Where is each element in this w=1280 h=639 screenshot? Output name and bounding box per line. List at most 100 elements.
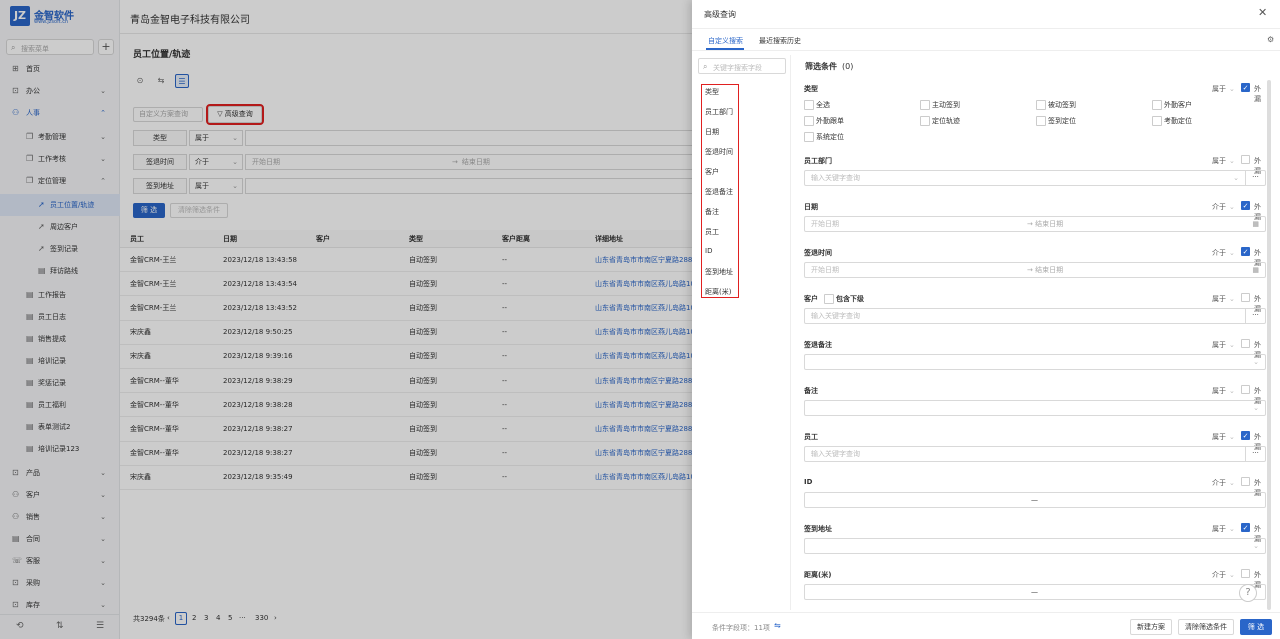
conditions-title: 筛选条件 [805, 62, 837, 71]
exclude-checkbox[interactable]: ✓ [1241, 201, 1250, 210]
exclude-checkbox[interactable]: ✓ [1241, 431, 1250, 440]
condition-name: 签到地址 [804, 525, 832, 533]
type-option-checkbox[interactable]: 外勤客户 [1152, 100, 1192, 110]
field-list-item[interactable]: 签到地址 [705, 267, 733, 277]
condition-input[interactable]: 开始日期 → 结束日期 ▦ [804, 216, 1266, 232]
condition-name: 员工部门 [804, 157, 832, 165]
field-list-item[interactable]: 类型 [705, 87, 719, 97]
scrollbar[interactable] [1267, 80, 1271, 610]
field-settings-icon[interactable]: ⇋ [774, 621, 781, 630]
operator-label: 属于 [1212, 341, 1226, 349]
operator-select[interactable]: 属于 ⌄ [1212, 524, 1235, 534]
operator-select[interactable]: 介于 ⌄ [1212, 202, 1235, 212]
range-arrow: → [1027, 220, 1036, 228]
chevron-down-icon: ⌄ [1229, 85, 1235, 93]
field-search-input[interactable]: ⌕ 关键字搜索字段 [698, 58, 786, 74]
condition-input[interactable]: ⌄ [804, 538, 1266, 554]
condition-input[interactable]: — [804, 584, 1266, 600]
type-option-checkbox[interactable]: 被动签到 [1036, 100, 1076, 110]
condition-name: 日期 [804, 203, 818, 211]
condition-name: 员工 [804, 433, 818, 441]
help-icon[interactable]: ? [1239, 584, 1257, 602]
exclude-checkbox[interactable] [1241, 293, 1250, 302]
calendar-icon: ▦ [1252, 220, 1259, 228]
operator-select[interactable]: 属于 ⌄ [1212, 84, 1235, 94]
operator-label: 属于 [1212, 525, 1226, 533]
exclude-checkbox[interactable]: ✓ [1241, 247, 1250, 256]
exclude-checkbox[interactable]: ✓ [1241, 83, 1250, 92]
exclude-checkbox[interactable] [1241, 155, 1250, 164]
close-icon[interactable]: ✕ [1258, 6, 1267, 19]
start-date-placeholder: 开始日期 [811, 220, 839, 228]
type-option-checkbox[interactable]: 考勤定位 [1152, 116, 1192, 126]
chevron-down-icon: ⌄ [1229, 249, 1235, 257]
condition-input[interactable]: 输入关键字查询 ⌄ ··· [804, 170, 1266, 186]
apply-filter-button[interactable]: 筛 选 [1240, 619, 1272, 635]
exclude-checkbox[interactable] [1241, 477, 1250, 486]
operator-label: 属于 [1212, 433, 1226, 441]
new-scheme-button[interactable]: 新建方案 [1130, 619, 1172, 635]
type-option-checkbox[interactable]: 外勤跟单 [804, 116, 844, 126]
field-list-item[interactable]: ID [705, 247, 712, 255]
include-sub-checkbox[interactable]: 包含下级 [824, 294, 864, 304]
condition-input[interactable]: 输入关键字查询 ··· [804, 308, 1266, 324]
condition-input[interactable]: — [804, 492, 1266, 508]
start-date-placeholder: 开始日期 [811, 266, 839, 274]
input-placeholder: 输入关键字查询 [811, 312, 860, 320]
field-count: 条件字段项：11项 [712, 624, 770, 632]
field-list-item[interactable]: 签退时间 [705, 147, 733, 157]
field-list-item[interactable]: 距离(米) [705, 287, 731, 297]
operator-label: 属于 [1212, 157, 1226, 165]
operator-select[interactable]: 属于 ⌄ [1212, 156, 1235, 166]
conditions-count: (0) [842, 62, 854, 71]
condition-input[interactable]: ⌄ [804, 400, 1266, 416]
operator-select[interactable]: 属于 ⌄ [1212, 294, 1235, 304]
range-separator: → 结束日期 [1027, 217, 1063, 231]
more-options-button[interactable]: ··· [1245, 308, 1265, 324]
chevron-down-icon: ⌄ [1229, 341, 1235, 349]
field-list-item[interactable]: 备注 [705, 207, 719, 217]
exclude-checkbox[interactable]: ✓ [1241, 523, 1250, 532]
chevron-down-icon: ⌄ [1229, 571, 1235, 579]
drawer-title: 高级查询 [704, 10, 736, 19]
type-option-checkbox[interactable]: 全选 [804, 100, 830, 110]
operator-label: 属于 [1212, 295, 1226, 303]
operator-select[interactable]: 介于 ⌄ [1212, 478, 1235, 488]
tab-custom-search[interactable]: 自定义搜索 [708, 36, 743, 46]
condition-name: 签退备注 [804, 341, 832, 349]
settings-icon[interactable]: ⚙ [1267, 35, 1274, 44]
field-list-item[interactable]: 客户 [705, 167, 719, 177]
condition-input[interactable]: 输入关键字查询 ··· [804, 446, 1266, 462]
operator-select[interactable]: 介于 ⌄ [1212, 248, 1235, 258]
tab-search-history[interactable]: 最近搜索历史 [759, 36, 801, 46]
modal-mask[interactable] [0, 0, 692, 639]
operator-select[interactable]: 介于 ⌄ [1212, 570, 1235, 580]
chevron-down-icon: ⌄ [1229, 387, 1235, 395]
range-arrow: → [1027, 266, 1036, 274]
field-list-item[interactable]: 员工部门 [705, 107, 733, 117]
end-date-placeholder: 结束日期 [1035, 220, 1064, 228]
exclude-checkbox[interactable] [1241, 569, 1250, 578]
field-list-item[interactable]: 员工 [705, 227, 719, 237]
operator-label: 介于 [1212, 249, 1226, 257]
type-option-checkbox[interactable]: 定位轨迹 [920, 116, 960, 126]
type-option-checkbox[interactable]: 签到定位 [1036, 116, 1076, 126]
exclude-checkbox[interactable] [1241, 339, 1250, 348]
operator-select[interactable]: 属于 ⌄ [1212, 432, 1235, 442]
exclude-checkbox[interactable] [1241, 385, 1250, 394]
operator-select[interactable]: 属于 ⌄ [1212, 340, 1235, 350]
clear-conditions-button[interactable]: 清除筛选条件 [1178, 619, 1234, 635]
operator-label: 介于 [1212, 203, 1226, 211]
field-list-item[interactable]: 日期 [705, 127, 719, 137]
operator-label: 属于 [1212, 387, 1226, 395]
field-list-item[interactable]: 签退备注 [705, 187, 733, 197]
condition-name: 备注 [804, 387, 818, 395]
more-options-button[interactable]: ··· [1245, 170, 1265, 186]
more-options-button[interactable]: ··· [1245, 446, 1265, 462]
condition-input[interactable]: ⌄ [804, 354, 1266, 370]
condition-input[interactable]: 开始日期 → 结束日期 ▦ [804, 262, 1266, 278]
type-option-checkbox[interactable]: 系统定位 [804, 132, 844, 142]
type-option-checkbox[interactable]: 主动签到 [920, 100, 960, 110]
range-separator: → 结束日期 [1027, 263, 1063, 277]
operator-select[interactable]: 属于 ⌄ [1212, 386, 1235, 396]
